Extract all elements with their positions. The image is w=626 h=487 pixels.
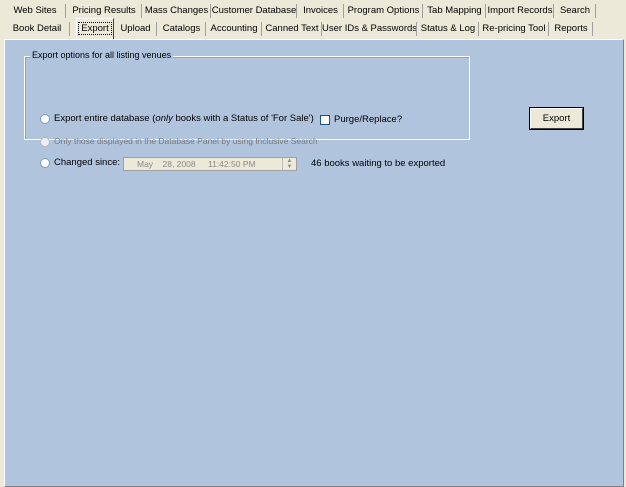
- tab-program-options[interactable]: Program Options: [344, 2, 423, 19]
- tab-label: Customer Database: [211, 5, 297, 16]
- tab-accounting[interactable]: Accounting: [206, 20, 262, 37]
- tab-user-ids-passwords[interactable]: User IDs & Passwords: [322, 20, 417, 37]
- tab-mass-changes[interactable]: Mass Changes: [142, 2, 211, 19]
- tab-search[interactable]: Search: [554, 2, 596, 19]
- radio-changed-since[interactable]: [40, 158, 50, 168]
- label-only-displayed: Only those displayed in the Database Pan…: [54, 136, 318, 146]
- purge-replace-label[interactable]: Purge/Replace?: [334, 114, 402, 125]
- tab-book-detail[interactable]: Book Detail: [4, 20, 70, 37]
- radio-export-entire[interactable]: [40, 114, 50, 124]
- tab-label: Status & Log: [420, 23, 476, 34]
- tab-reports[interactable]: Reports: [549, 20, 593, 37]
- tab-status-log[interactable]: Status & Log: [417, 20, 479, 37]
- label-part: books with a Status of 'For Sale'): [172, 113, 314, 124]
- tab-import-records[interactable]: Import Records: [486, 2, 554, 19]
- tab-canned-text[interactable]: Canned Text: [262, 20, 322, 37]
- tab-label: Tab Mapping: [427, 5, 482, 16]
- label-changed-since[interactable]: Changed since:: [54, 157, 120, 168]
- tab-label: Canned Text: [265, 23, 319, 34]
- tab-label: Invoices: [303, 5, 338, 16]
- label-emphasis: only: [155, 113, 173, 124]
- tab-label: Upload: [120, 23, 151, 34]
- tab-label: Web Sites: [13, 5, 57, 16]
- tab-customer-database[interactable]: Customer Database: [211, 2, 297, 19]
- label-export-entire[interactable]: Export entire database (only books with …: [54, 113, 314, 124]
- spin-down-icon: ▼: [286, 164, 293, 170]
- tab-label: Program Options: [347, 5, 420, 16]
- tab-web-sites[interactable]: Web Sites: [4, 2, 66, 19]
- tab-label: Reports: [554, 23, 588, 34]
- tab-label: Import Records: [487, 5, 553, 16]
- export-options-legend: Export options for all listing venues: [30, 50, 174, 60]
- tab-tab-mapping[interactable]: Tab Mapping: [423, 2, 486, 19]
- export-button[interactable]: Export: [529, 107, 584, 130]
- tab-label: Export: [78, 22, 112, 35]
- tab-catalogs[interactable]: Catalogs: [157, 20, 206, 37]
- tab-label: Book Detail: [12, 23, 62, 34]
- date-value: May 28, 2008: [137, 159, 196, 169]
- tab-label: Mass Changes: [144, 5, 209, 16]
- datetime-spinner: ▲ ▼: [282, 158, 296, 170]
- export-options-group: Export options for all listing venues: [24, 50, 470, 140]
- radio-only-displayed: [40, 137, 50, 147]
- tab-label: Re-pricing Tool: [482, 23, 546, 34]
- tab-pricing-results[interactable]: Pricing Results: [66, 2, 142, 19]
- books-waiting-status: 46 books waiting to be exported: [311, 158, 446, 169]
- tab-label: Accounting: [210, 23, 258, 34]
- tab-export[interactable]: Export: [76, 18, 114, 39]
- purge-replace-checkbox[interactable]: [320, 115, 330, 125]
- tab-repricing-tool[interactable]: Re-pricing Tool: [479, 20, 549, 37]
- tab-upload[interactable]: Upload: [114, 20, 157, 37]
- time-value: 11:42:50 PM: [208, 159, 256, 169]
- tab-label: Search: [559, 5, 591, 16]
- tab-invoices[interactable]: Invoices: [297, 2, 344, 19]
- changed-since-datetime-picker: May 28, 2008 11:42:50 PM ▲ ▼: [123, 157, 297, 171]
- tab-label: Pricing Results: [72, 5, 136, 16]
- label-part: Export entire database (: [54, 113, 156, 124]
- tab-label: Catalogs: [162, 23, 201, 34]
- tab-label: User IDs & Passwords: [322, 23, 418, 34]
- export-button-label: Export: [542, 113, 571, 124]
